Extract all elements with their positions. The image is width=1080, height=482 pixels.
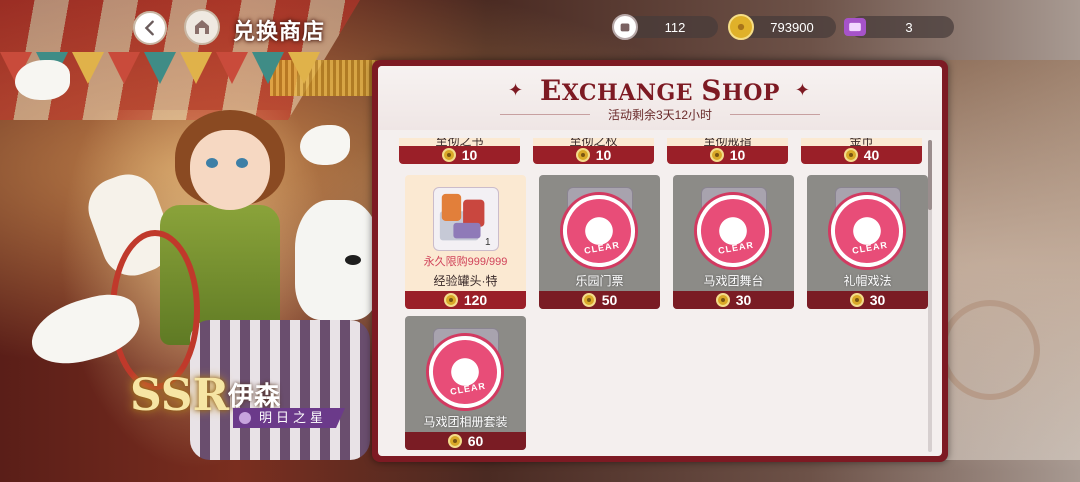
item-grid[interactable]: 至彻之书 10 至彻之权 10 至彻戒指 10 金币 40 1 永久限购999/… — [399, 138, 929, 454]
shop-item-card[interactable]: 至彻戒指 10 — [667, 138, 788, 164]
page-title: 兑换商店 — [233, 19, 326, 45]
dove — [15, 60, 70, 100]
exchange-shop-panel: ✦ ✦ EXCHANGE SHOP 活动剩余3天12小时 至彻之书 10 至彻之… — [372, 60, 948, 462]
shop-item-card[interactable]: 至彻之书 10 — [399, 138, 520, 164]
item-name: 经验罐头·特 — [433, 274, 498, 288]
scrollbar-thumb[interactable] — [928, 140, 932, 210]
coin-icon — [849, 293, 864, 307]
shop-item-card[interactable]: CLEAR 马戏团舞台 30 — [673, 175, 794, 309]
character-eye — [236, 158, 248, 168]
character-face — [190, 130, 270, 210]
character-title: 明日之星 — [233, 408, 346, 428]
sparkle-icon: ✦ — [794, 80, 810, 100]
time-remaining: 活动剩余3天12小时 — [499, 106, 821, 123]
item-name: 乐园门票 — [575, 274, 624, 288]
purple-ticket-currency[interactable]: 3 — [844, 16, 954, 38]
coin-icon — [581, 293, 596, 307]
shop-item-card[interactable]: 1 永久限购999/999 经验罐头·特 120 — [405, 175, 526, 309]
item-price: 120 — [405, 291, 526, 309]
coin-icon — [441, 148, 456, 162]
item-price: 10 — [667, 146, 788, 164]
shop-item-card[interactable]: CLEAR 马戏团相册套装 60 — [405, 316, 526, 450]
coin-icon — [447, 434, 462, 448]
shop-item-card[interactable]: 至彻之权 10 — [533, 138, 654, 164]
coin-icon — [709, 148, 724, 162]
item-quantity: 1 — [485, 237, 491, 248]
character-eye — [206, 158, 218, 168]
ticket-icon — [612, 14, 638, 40]
panel-title: EXCHANGE SHOP — [540, 74, 780, 107]
white-dog — [295, 200, 380, 320]
dog-nose — [345, 255, 361, 265]
background-ring — [940, 300, 1040, 400]
item-price: 60 — [405, 432, 526, 450]
dove — [300, 125, 350, 165]
item-price: 30 — [807, 291, 928, 309]
title-icon — [239, 412, 251, 424]
item-price: 10 — [533, 146, 654, 164]
coin-icon — [443, 293, 458, 307]
back-button[interactable] — [133, 11, 167, 45]
background-decor — [940, 60, 1080, 460]
item-price: 50 — [539, 291, 660, 309]
ticket-currency[interactable]: 112 — [612, 14, 718, 40]
coin-icon — [575, 148, 590, 162]
scrollbar[interactable] — [928, 140, 932, 452]
shop-item-card[interactable]: CLEAR 乐园门票 50 — [539, 175, 660, 309]
character-name: 伊森 — [228, 382, 281, 412]
purple-ticket-icon — [844, 18, 866, 36]
shop-icon — [184, 9, 220, 45]
rarity-badge: SSR — [130, 370, 230, 421]
gold-coin-icon — [728, 14, 754, 40]
sparkle-icon: ✦ — [508, 80, 524, 100]
coin-icon — [715, 293, 730, 307]
item-name: 马戏团舞台 — [703, 274, 764, 288]
item-price: 40 — [801, 146, 922, 164]
purchase-limit: 永久限购999/999 — [423, 256, 508, 268]
item-price: 30 — [673, 291, 794, 309]
item-name: 礼帽戏法 — [843, 274, 892, 288]
coin-icon — [843, 148, 858, 162]
item-name: 马戏团相册套装 — [423, 415, 508, 429]
shop-item-card[interactable]: CLEAR 礼帽戏法 30 — [807, 175, 928, 309]
panel-header: ✦ ✦ EXCHANGE SHOP 活动剩余3天12小时 — [378, 66, 942, 130]
panel-body: ✦ ✦ EXCHANGE SHOP 活动剩余3天12小时 至彻之书 10 至彻之… — [378, 66, 942, 456]
chevron-left-icon — [144, 20, 154, 36]
item-price: 10 — [399, 146, 520, 164]
shop-item-card[interactable]: 金币 40 — [801, 138, 922, 164]
gold-coin-currency[interactable]: 793900 — [728, 14, 836, 40]
